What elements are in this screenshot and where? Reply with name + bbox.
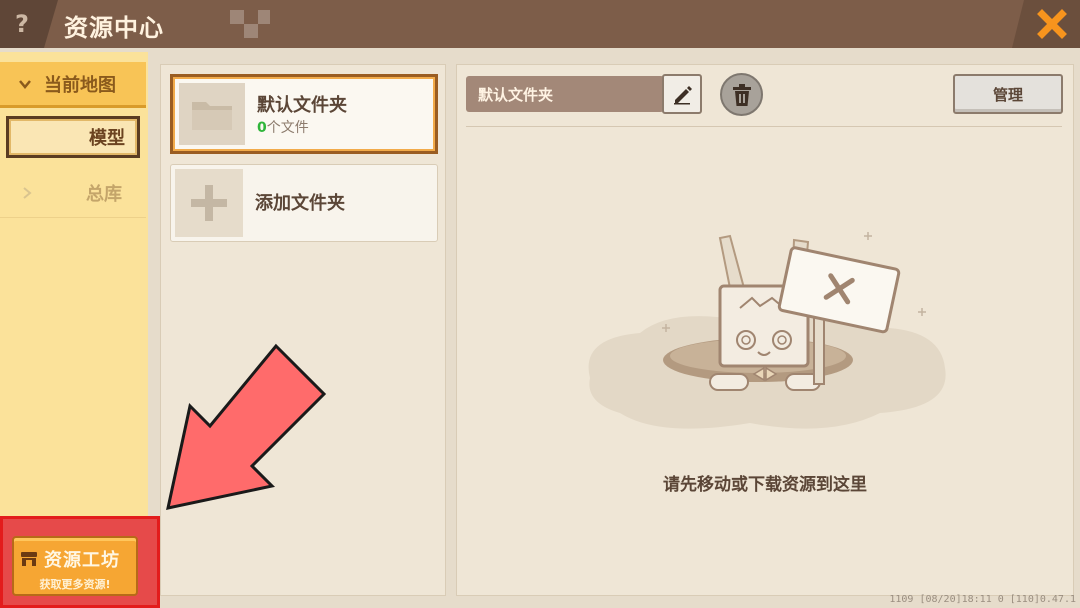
- manage-button[interactable]: 管理: [953, 74, 1063, 114]
- close-button[interactable]: [1012, 0, 1080, 48]
- pencil-icon: [674, 86, 692, 105]
- header-bar: ? 资源中心: [0, 0, 1080, 48]
- chevron-right-icon: [23, 186, 32, 199]
- add-folder-label: 添加文件夹: [255, 193, 345, 214]
- sidebar-section-current-map[interactable]: 当前地图: [0, 62, 146, 108]
- sidebar-item-library[interactable]: 总库: [0, 168, 146, 218]
- help-button[interactable]: ?: [0, 0, 58, 48]
- empty-state-message: 请先移动或下载资源到这里: [663, 475, 867, 495]
- page-title: 资源中心: [64, 14, 164, 42]
- trash-icon: [732, 83, 751, 106]
- folder-file-count: 0个文件: [257, 120, 309, 136]
- folder-name-field[interactable]: 默认文件夹: [466, 76, 664, 112]
- close-icon: [1037, 9, 1067, 39]
- detail-divider: [466, 126, 1062, 127]
- workshop-subtitle: 获取更多资源!: [39, 578, 111, 591]
- folder-card-default[interactable]: 默认文件夹 0个文件: [170, 74, 438, 154]
- add-folder-button[interactable]: 添加文件夹: [170, 164, 438, 242]
- shop-icon: [21, 552, 37, 566]
- rename-button[interactable]: [662, 74, 702, 114]
- sidebar-item-label: 总库: [86, 183, 122, 205]
- debug-footer-text: 1109 [08/20]18:11 0 [110]0.47.1: [889, 594, 1076, 605]
- plus-icon: [191, 185, 227, 221]
- chevron-down-icon: [19, 79, 31, 89]
- empty-state-illustration: [588, 232, 946, 429]
- folder-icon: [192, 102, 232, 130]
- header-decoration-icon: [230, 10, 270, 38]
- delete-folder-button[interactable]: [720, 73, 763, 116]
- folder-name: 默认文件夹: [257, 95, 347, 116]
- sidebar-item-models[interactable]: 模型: [6, 116, 140, 158]
- workshop-title-row: 资源工坊: [20, 547, 132, 571]
- folder-thumbnail: [179, 83, 245, 145]
- sidebar-section-label: 当前地图: [44, 74, 116, 96]
- add-folder-thumbnail: [175, 169, 243, 237]
- workshop-title: 资源工坊: [44, 550, 120, 571]
- pointer-arrow-icon: [166, 343, 327, 510]
